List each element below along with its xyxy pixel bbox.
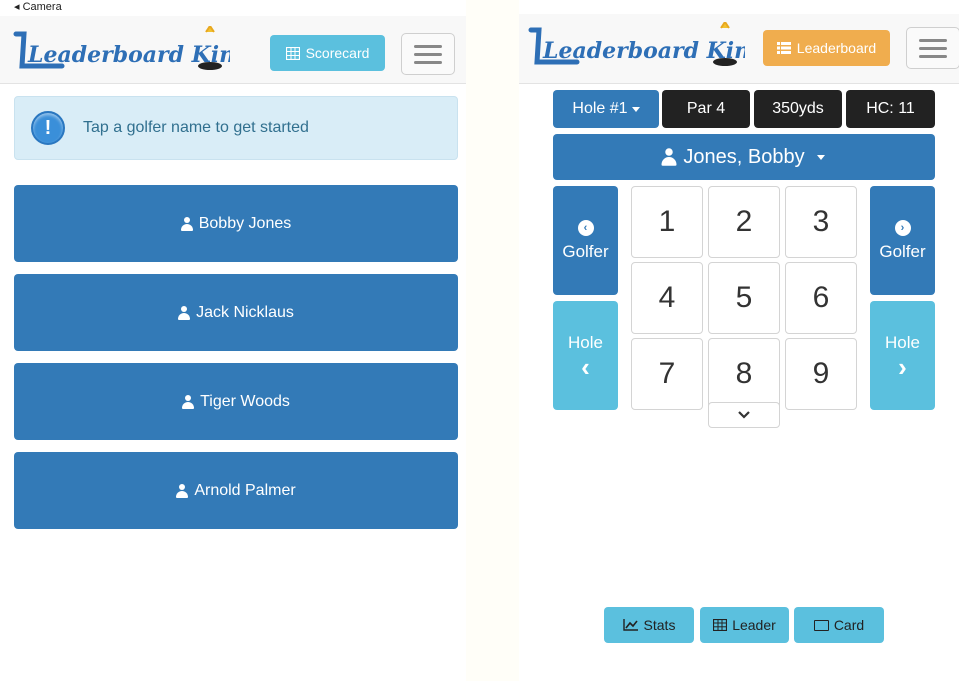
score-key-7[interactable]: 7 [631,338,703,410]
next-golfer-button[interactable]: › Golfer [870,186,935,295]
stats-label: Stats [643,617,676,633]
next-hole-label: Hole [885,332,920,352]
handicap-badge: HC: 11 [846,90,935,128]
caret-down-icon [631,106,640,112]
menu-toggle-button[interactable] [906,27,959,69]
more-keys-button[interactable] [708,402,780,428]
golfer-button[interactable]: Tiger Woods [14,363,458,440]
stats-button[interactable]: Stats [604,607,694,643]
next-hole-button[interactable]: Hole › [870,301,935,410]
info-alert: ! Tap a golfer name to get started [14,96,458,160]
user-icon [180,216,193,231]
golfer-button[interactable]: Bobby Jones [14,185,458,262]
leader-label: Leader [732,617,776,633]
navbar: Leaderboard King Scorecard [0,16,466,84]
golfer-name: Jack Nicklaus [196,303,294,321]
golfer-select-dropdown[interactable]: Jones, Bobby [553,134,935,180]
chart-icon [622,619,638,631]
chevron-circle-left-icon: ‹ [577,219,594,236]
prev-golfer-label: Golfer [562,241,609,261]
caret-down-icon [816,154,825,160]
prev-golfer-button[interactable]: ‹ Golfer [553,186,618,295]
leader-button[interactable]: Leader [700,607,789,643]
golfer-name: Tiger Woods [200,392,290,410]
score-key-5[interactable]: 5 [708,262,780,334]
card-button[interactable]: Card [794,607,884,643]
hamburger-icon [414,44,442,48]
alert-text: Tap a golfer name to get started [83,119,309,136]
score-key-6[interactable]: 6 [785,262,857,334]
scorecard-label: Scorecard [305,45,370,61]
card-icon [813,619,829,631]
score-entry-screen: Leaderboard King Leaderboard Hole #1 Par… [519,0,959,681]
score-key-8[interactable]: 8 [708,338,780,410]
hole-label: Hole #1 [572,100,628,117]
score-key-1[interactable]: 1 [631,186,703,258]
menu-toggle-button[interactable] [401,33,455,75]
chevron-right-icon: › [898,351,907,382]
golfer-button[interactable]: Jack Nicklaus [14,274,458,351]
status-bar-back[interactable]: ◂ Camera [14,0,62,14]
list-icon [776,42,791,54]
par-badge: Par 4 [662,90,750,128]
scorecard-button[interactable]: Scorecard [270,35,385,71]
prev-hole-button[interactable]: Hole ‹ [553,301,618,410]
score-key-2[interactable]: 2 [708,186,780,258]
score-key-4[interactable]: 4 [631,262,703,334]
user-icon [176,483,189,498]
leaderboard-king-logo[interactable]: Leaderboard King [10,26,230,76]
prev-hole-label: Hole [568,332,603,352]
golfer-name: Arnold Palmer [194,481,296,499]
leaderboard-label: Leaderboard [796,40,877,56]
yards-badge: 350yds [754,90,842,128]
golfer-button[interactable]: Arnold Palmer [14,452,458,529]
user-icon [661,148,677,166]
table-icon [713,619,728,631]
chevron-left-icon: ‹ [581,351,590,382]
chevron-down-icon [738,411,750,419]
hole-select-dropdown[interactable]: Hole #1 [553,90,659,128]
leaderboard-king-logo[interactable]: Leaderboard King [525,22,745,72]
score-key-9[interactable]: 9 [785,338,857,410]
user-icon [178,305,191,320]
navbar: Leaderboard King Leaderboard [519,14,959,84]
leaderboard-button[interactable]: Leaderboard [763,30,890,66]
current-golfer-name: Jones, Bobby [683,145,805,168]
hamburger-icon [919,38,947,42]
user-icon [182,394,195,409]
golfer-name: Bobby Jones [198,214,292,232]
score-key-3[interactable]: 3 [785,186,857,258]
next-golfer-label: Golfer [879,241,926,261]
info-icon: ! [31,111,65,145]
golfer-list-screen: ◂ Camera Leaderboard King Scorecard ! Ta… [0,0,466,681]
chevron-circle-right-icon: › [894,219,911,236]
card-label: Card [833,617,865,633]
table-icon [285,46,300,60]
